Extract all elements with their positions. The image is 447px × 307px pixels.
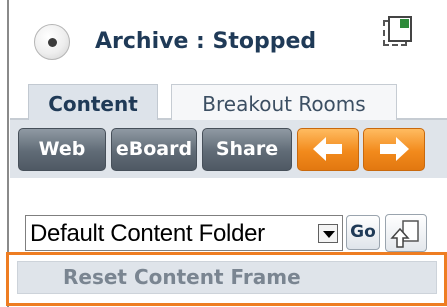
eboard-button[interactable]: eBoard [111, 128, 197, 171]
arrow-left-icon [313, 137, 342, 161]
arrow-right-icon [380, 137, 409, 161]
content-folder-value: Default Content Folder [30, 220, 265, 247]
next-button[interactable] [363, 128, 425, 171]
reset-content-frame-button[interactable]: Reset Content Frame [17, 261, 437, 294]
previous-button[interactable] [297, 128, 359, 171]
tab-content[interactable]: Content [28, 84, 158, 120]
content-folder-select[interactable]: Default Content Folder [25, 215, 343, 251]
web-button[interactable]: Web [18, 128, 106, 171]
tab-breakout-rooms[interactable]: Breakout Rooms [171, 84, 397, 120]
share-button[interactable]: Share [202, 128, 292, 171]
go-button[interactable]: Go [346, 215, 380, 250]
archive-radio-icon[interactable] [34, 24, 70, 60]
dropdown-arrow-icon[interactable] [318, 224, 338, 243]
upload-icon [390, 220, 419, 248]
radio-dot [48, 38, 57, 47]
archive-status-label: Archive : Stopped [95, 29, 317, 54]
popout-window-icon[interactable] [383, 16, 413, 48]
upload-button[interactable] [385, 214, 427, 252]
